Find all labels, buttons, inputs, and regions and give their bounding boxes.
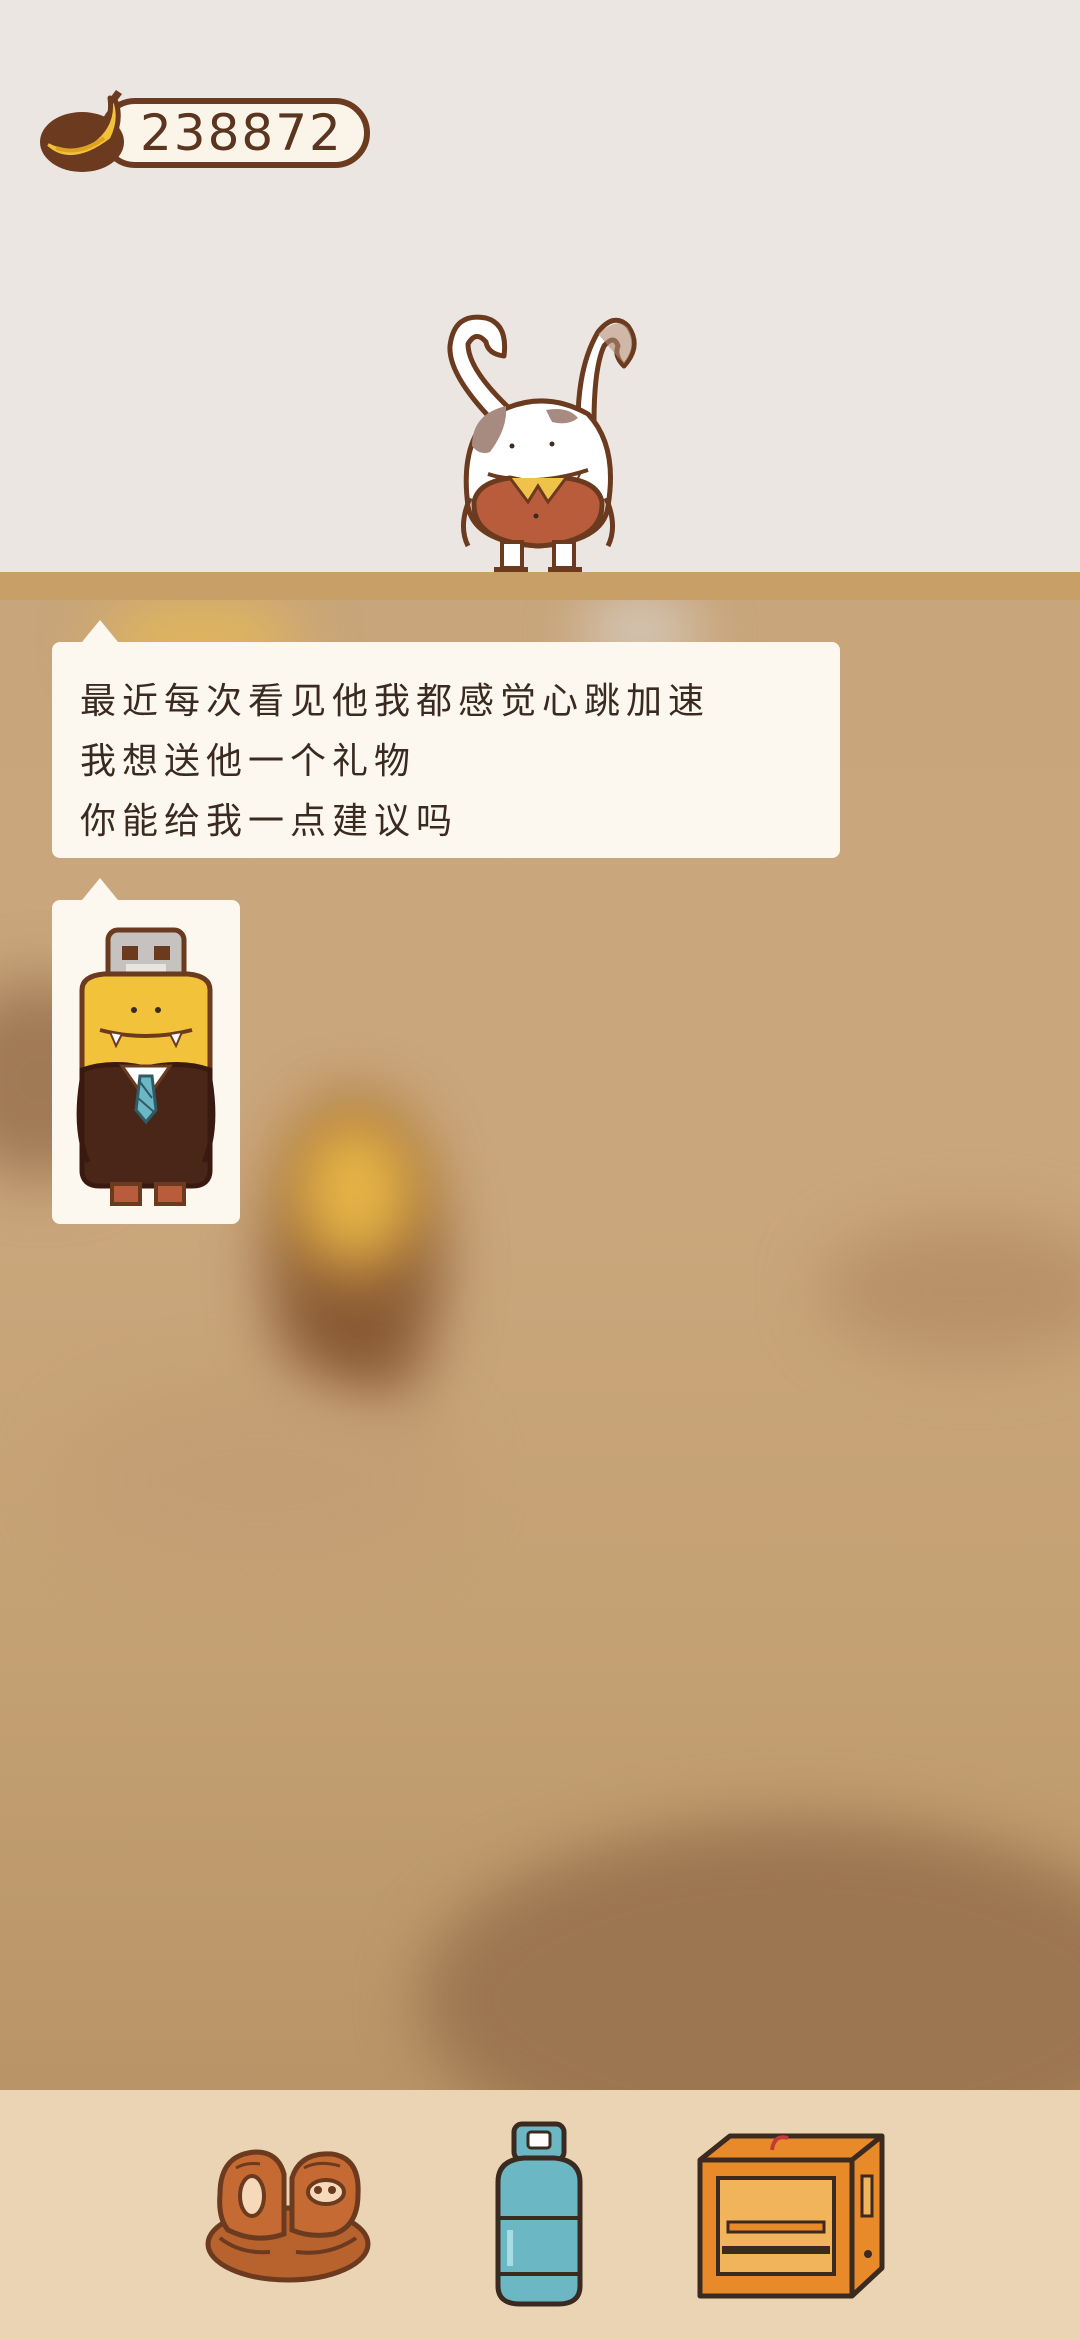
rope-coil-icon[interactable]: [200, 2134, 376, 2284]
banana-count: 238872: [140, 104, 343, 162]
speaker-portrait: [52, 878, 240, 1224]
bottom-toolbar: [0, 2090, 1080, 2340]
banana-icon: [40, 90, 124, 172]
dialog-line-3: 你能给我一点建议吗: [80, 801, 459, 842]
dialog-line-2: 我想送他一个礼物: [80, 741, 417, 782]
robot-businessman-avatar: [76, 927, 216, 1206]
bunny-character[interactable]: [428, 306, 648, 574]
3d-printer-icon[interactable]: [692, 2130, 888, 2302]
shelf-ledge: [0, 572, 1080, 600]
gas-tank-icon[interactable]: [484, 2120, 594, 2310]
dialog-bubble[interactable]: 最近每次看见他我都感觉心跳加速 我想送他一个礼物 你能给我一点建议吗: [52, 620, 840, 858]
dialog-line-1: 最近每次看见他我都感觉心跳加速: [80, 681, 711, 722]
banana-counter: 238872: [30, 86, 380, 178]
